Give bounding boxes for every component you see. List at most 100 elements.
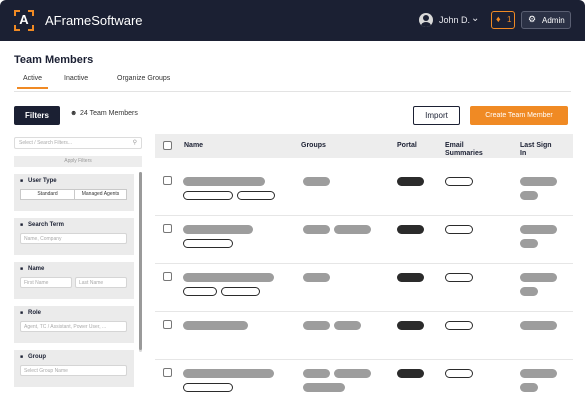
portal-status	[397, 177, 424, 186]
last-sign-in	[520, 225, 557, 234]
notifications-button[interactable]: ♦ 1	[491, 11, 515, 29]
user-name[interactable]: John D.	[439, 15, 470, 25]
last-sign-in-time	[520, 287, 538, 296]
user-type-managed-agents[interactable]: Managed Agents	[74, 189, 127, 200]
last-sign-in-time	[520, 239, 538, 248]
filter-search-placeholder: Select / Search Filters...	[19, 140, 73, 146]
page-title: Team Members	[14, 54, 94, 66]
filter-role: ■ Role Agent, TC / Assistant, Power User,…	[14, 306, 134, 343]
name-placeholder	[183, 273, 274, 282]
group-tag	[303, 273, 330, 282]
email-summary-toggle[interactable]	[445, 369, 473, 378]
user-icon: ■	[20, 178, 24, 184]
row-checkbox[interactable]	[163, 320, 172, 329]
portal-status	[397, 273, 424, 282]
logo[interactable]: A	[14, 10, 34, 31]
tab-active[interactable]: Active	[16, 75, 49, 89]
email-summary-toggle[interactable]	[445, 177, 473, 186]
search-icon: ⚲	[132, 140, 137, 146]
group-tag	[303, 383, 345, 392]
last-sign-in	[520, 273, 557, 282]
name-tag	[183, 287, 217, 296]
filter-title: Search Term	[28, 222, 64, 228]
last-sign-in-time	[520, 383, 538, 392]
first-name-input[interactable]: First Name	[20, 277, 72, 288]
team-members-table: Name Groups Portal Email Summaries Last …	[155, 134, 573, 404]
select-all-checkbox[interactable]	[163, 141, 172, 150]
user-type-standard[interactable]: Standard	[20, 189, 75, 200]
user-avatar-icon[interactable]	[419, 13, 433, 27]
person-icon: ☻	[70, 110, 78, 117]
search-term-input[interactable]: Name, Company	[20, 233, 127, 244]
column-groups[interactable]: Groups	[301, 142, 326, 150]
group-tag	[303, 177, 330, 186]
email-summary-toggle[interactable]	[445, 321, 473, 330]
filter-title: Role	[28, 310, 42, 316]
search-icon: ■	[20, 222, 24, 228]
chevron-down-icon[interactable]: ⌄	[471, 13, 479, 24]
column-name[interactable]: Name	[184, 142, 203, 150]
admin-button[interactable]: ⚙ Admin	[521, 11, 571, 29]
members-count-label: 24 Team Members	[80, 110, 138, 117]
portal-status	[397, 369, 424, 378]
table-row[interactable]	[155, 216, 573, 264]
email-summary-toggle[interactable]	[445, 273, 473, 282]
tab-inactive[interactable]: Inactive	[64, 75, 88, 82]
column-email-summaries[interactable]: Email Summaries	[445, 142, 490, 158]
user-icon: ■	[20, 266, 24, 272]
filter-title: Name	[28, 266, 45, 272]
filter-name: ■ Name First Name Last Name	[14, 262, 134, 299]
table-row[interactable]	[155, 360, 573, 404]
group-tag	[303, 321, 330, 330]
user-icon: ■	[20, 310, 24, 316]
gear-icon: ⚙	[528, 14, 537, 24]
role-select[interactable]: Agent, TC / Assistant, Power User, ...	[20, 321, 127, 332]
name-placeholder	[183, 369, 274, 378]
table-row[interactable]	[155, 312, 573, 360]
group-select[interactable]: Select Group Name	[20, 365, 127, 376]
last-sign-in	[520, 321, 557, 330]
group-tag	[334, 321, 361, 330]
table-header: Name Groups Portal Email Summaries Last …	[155, 134, 573, 158]
filter-scrollbar-thumb[interactable]	[139, 172, 142, 350]
group-tag	[303, 225, 330, 234]
column-last-sign-in[interactable]: Last Sign In	[520, 142, 555, 158]
row-checkbox[interactable]	[163, 272, 172, 281]
name-placeholder	[183, 321, 248, 330]
name-placeholder	[183, 177, 265, 186]
last-sign-in-time	[520, 191, 538, 200]
name-tag	[221, 287, 260, 296]
name-tag	[183, 383, 233, 392]
name-tag	[237, 191, 275, 200]
row-checkbox[interactable]	[163, 368, 172, 377]
table-row[interactable]	[155, 168, 573, 216]
table-row[interactable]	[155, 264, 573, 312]
create-team-member-button[interactable]: Create Team Member	[470, 106, 568, 125]
last-sign-in	[520, 177, 557, 186]
name-tag	[183, 239, 233, 248]
email-summary-toggle[interactable]	[445, 225, 473, 234]
last-sign-in	[520, 369, 557, 378]
filters-button[interactable]: Filters	[14, 106, 60, 125]
name-tag	[183, 191, 233, 200]
apply-filters-button[interactable]: Apply Filters	[14, 156, 142, 167]
last-name-input[interactable]: Last Name	[75, 277, 127, 288]
column-portal[interactable]: Portal	[397, 142, 417, 150]
members-count: ☻ 24 Team Members	[70, 110, 138, 117]
import-button[interactable]: Import	[413, 106, 460, 125]
brand-name: AFrameSoftware	[45, 13, 143, 28]
group-tag	[334, 369, 371, 378]
tabs-divider	[14, 91, 571, 92]
filter-panel: Select / Search Filters... ⚲ Apply Filte…	[14, 134, 144, 404]
portal-status	[397, 225, 424, 234]
filter-search-input[interactable]: Select / Search Filters... ⚲	[14, 137, 142, 149]
logo-letter: A	[19, 12, 29, 27]
group-tag	[303, 369, 330, 378]
tab-organize-groups[interactable]: Organize Groups	[117, 75, 170, 82]
group-tag	[334, 225, 371, 234]
row-checkbox[interactable]	[163, 224, 172, 233]
top-bar: A AFrameSoftware John D. ⌄ ♦ 1 ⚙ Admin	[0, 0, 585, 41]
filter-user-type: ■ User Type Standard Managed Agents	[14, 174, 134, 211]
admin-label: Admin	[542, 16, 565, 25]
row-checkbox[interactable]	[163, 176, 172, 185]
